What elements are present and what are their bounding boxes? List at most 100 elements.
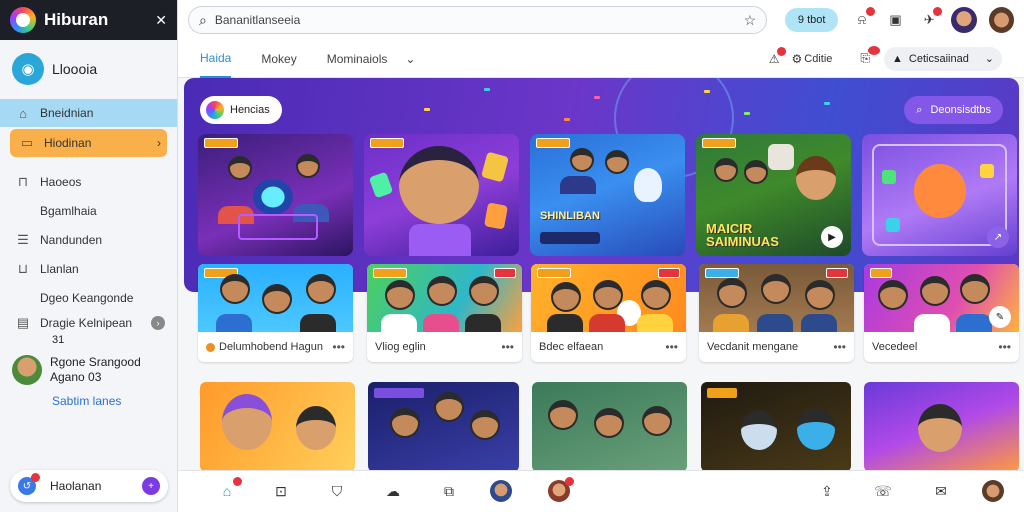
- message-icon[interactable]: ✉: [930, 480, 952, 502]
- sidebar-item-label: Haoeos: [40, 175, 82, 189]
- doc-icon: ▤: [16, 315, 30, 330]
- featured-tile[interactable]: MAICIR SAIMINUAS ▶: [696, 134, 851, 256]
- rocket-icon[interactable]: ⇪: [816, 480, 838, 502]
- user-avatar[interactable]: [12, 355, 42, 385]
- camera-icon[interactable]: ⊡: [270, 480, 292, 502]
- star-icon[interactable]: ☆: [744, 12, 757, 29]
- video-card[interactable]: Delumhobend Hagun •••: [198, 264, 353, 362]
- sidebar-item-inbox[interactable]: ⊓ Haoeos: [0, 168, 177, 196]
- tile-tag: [826, 268, 848, 278]
- tab-right-label[interactable]: Cditie: [804, 53, 832, 65]
- video-card[interactable]: Vliog eglin •••: [367, 264, 522, 362]
- cloud-icon[interactable]: ☁: [382, 480, 404, 502]
- bottom-nav: ⌂ ⊡ ⛉ ☁ ⧉ ⇪ ☏ ✉: [178, 470, 1024, 512]
- video-card[interactable]: [864, 382, 1019, 470]
- hero-search-button[interactable]: ⌕ Deonsisdtbs: [904, 96, 1003, 124]
- sidebar-item-label: Hiodinan: [44, 136, 92, 150]
- sidebar-item-label: Bneidnian: [40, 106, 94, 120]
- video-card[interactable]: [532, 382, 687, 470]
- rocket-icon[interactable]: ✈: [919, 7, 943, 30]
- chevron-down-icon[interactable]: ⌄: [405, 52, 415, 66]
- shield-icon[interactable]: ⛉: [326, 480, 348, 502]
- notification-icon[interactable]: ⎘: [860, 46, 880, 66]
- video-title[interactable]: Vecdanit mengane: [707, 341, 833, 353]
- avatar-icon[interactable]: [982, 480, 1004, 502]
- avatar-icon[interactable]: [548, 477, 574, 502]
- tab-2[interactable]: Mokey: [261, 40, 296, 78]
- chat-icon[interactable]: ▣: [886, 10, 906, 30]
- video-title[interactable]: Vliog eglin: [375, 341, 501, 353]
- avatar-icon[interactable]: [951, 7, 977, 33]
- alert-icon[interactable]: ⚠: [769, 46, 786, 66]
- window-icon[interactable]: ⧉: [438, 480, 460, 502]
- chat-icon[interactable]: ☏: [872, 480, 894, 502]
- tray-icon: ⊔: [17, 261, 29, 276]
- user-name: Rgone Srangood: [50, 355, 141, 369]
- tile-tag: [494, 268, 516, 278]
- video-thumbnail: [699, 264, 854, 332]
- topbar-pill-button[interactable]: 9 tbot: [785, 8, 839, 32]
- tile-tag: [536, 138, 570, 148]
- play-icon[interactable]: ▶: [821, 226, 843, 248]
- video-card[interactable]: Vecdanit mengane •••: [699, 264, 854, 362]
- sidebar-item-sub[interactable]: Dgeo Keangonde: [0, 284, 177, 312]
- profile[interactable]: ◉ Lloooia: [0, 40, 177, 98]
- edit-icon[interactable]: ✎: [989, 306, 1011, 328]
- search-bar[interactable]: ⌕ Bananitlanseeia ☆: [188, 6, 768, 34]
- sidebar-bottom-button[interactable]: ↺ Haolanan +: [10, 470, 168, 502]
- share-icon[interactable]: ↗: [987, 226, 1009, 248]
- video-card[interactable]: ✎ Vecedeel •••: [864, 264, 1019, 362]
- sidebar-item-label: Bgamlhaia: [40, 204, 97, 218]
- featured-tile[interactable]: ↗: [862, 134, 1017, 256]
- sidebar-item-doc[interactable]: ▤ Dragie Kelnipean ›: [0, 313, 177, 333]
- sidebar-item-tray[interactable]: ⊔ Llanlan: [0, 255, 177, 283]
- sidebar-item-label: Nandunden: [40, 233, 103, 247]
- hero-chip[interactable]: Hencias: [200, 96, 282, 124]
- sidebar-item-list[interactable]: ☰ Nandunden: [0, 226, 177, 254]
- close-icon[interactable]: ✕: [155, 12, 167, 29]
- bell-icon[interactable]: ⍾: [852, 7, 875, 30]
- tab-3[interactable]: Mominaiols: [327, 40, 388, 78]
- video-card[interactable]: Bdec elfaean •••: [531, 264, 686, 362]
- featured-tile[interactable]: [198, 134, 353, 256]
- sidebar-item-home[interactable]: ⌂ Bneidnian: [0, 99, 177, 127]
- more-icon[interactable]: •••: [665, 340, 678, 354]
- tile-tag: [373, 268, 407, 278]
- search-input[interactable]: Bananitlanseeia: [215, 13, 744, 27]
- featured-tile[interactable]: SHINLIBAN: [530, 134, 685, 256]
- sidebar-bottom-label: Haolanan: [50, 479, 102, 493]
- plus-icon[interactable]: +: [142, 477, 160, 495]
- video-card[interactable]: [701, 382, 851, 470]
- tile-tag: [537, 268, 571, 278]
- main-content: Hencias ⌕ Deonsisdtbs SHINLIBAN MAICIR S…: [178, 78, 1024, 470]
- video-card[interactable]: [368, 382, 519, 470]
- more-icon[interactable]: •••: [998, 340, 1011, 354]
- more-icon[interactable]: •••: [332, 340, 345, 354]
- video-title[interactable]: Vecedeel: [872, 341, 998, 353]
- sidebar-user[interactable]: Rgone Srangood Agano 03: [0, 350, 177, 390]
- avatar-icon[interactable]: [988, 7, 1015, 33]
- avatar-icon[interactable]: [490, 480, 512, 502]
- tab-1[interactable]: Haida: [200, 40, 232, 78]
- sidebar-item-sub[interactable]: Bgamlhaia: [0, 197, 177, 225]
- video-card[interactable]: [200, 382, 355, 470]
- sort-dropdown[interactable]: ▲ Ceticsaiinad ⌄: [884, 46, 1002, 71]
- more-icon[interactable]: •••: [501, 340, 514, 354]
- profile-avatar[interactable]: ◉: [12, 53, 44, 85]
- info-badge: ›: [151, 316, 165, 330]
- tile-tag: [705, 268, 739, 278]
- video-title[interactable]: Delumhobend Hagun: [219, 341, 332, 353]
- folder-icon: ▭: [20, 135, 34, 150]
- sidebar: Hiburan ✕ ◉ Lloooia ⌂ Bneidnian ▭ Hiodin…: [0, 0, 178, 512]
- tile-tag: [702, 138, 736, 148]
- sidebar-item-label: Dgeo Keangonde: [40, 291, 134, 305]
- featured-tile[interactable]: [364, 134, 519, 256]
- settings-icon[interactable]: ⚙: [792, 52, 803, 66]
- home-icon[interactable]: ⌂: [216, 477, 242, 502]
- sidebar-link[interactable]: Sabtim lanes: [0, 394, 177, 408]
- tile-text: SHINLIBAN: [540, 210, 600, 222]
- hero-banner: Hencias ⌕ Deonsisdtbs SHINLIBAN MAICIR S…: [184, 78, 1019, 292]
- more-icon[interactable]: •••: [833, 340, 846, 354]
- sidebar-item-folder[interactable]: ▭ Hiodinan ›: [10, 129, 167, 157]
- video-title[interactable]: Bdec elfaean: [539, 341, 665, 353]
